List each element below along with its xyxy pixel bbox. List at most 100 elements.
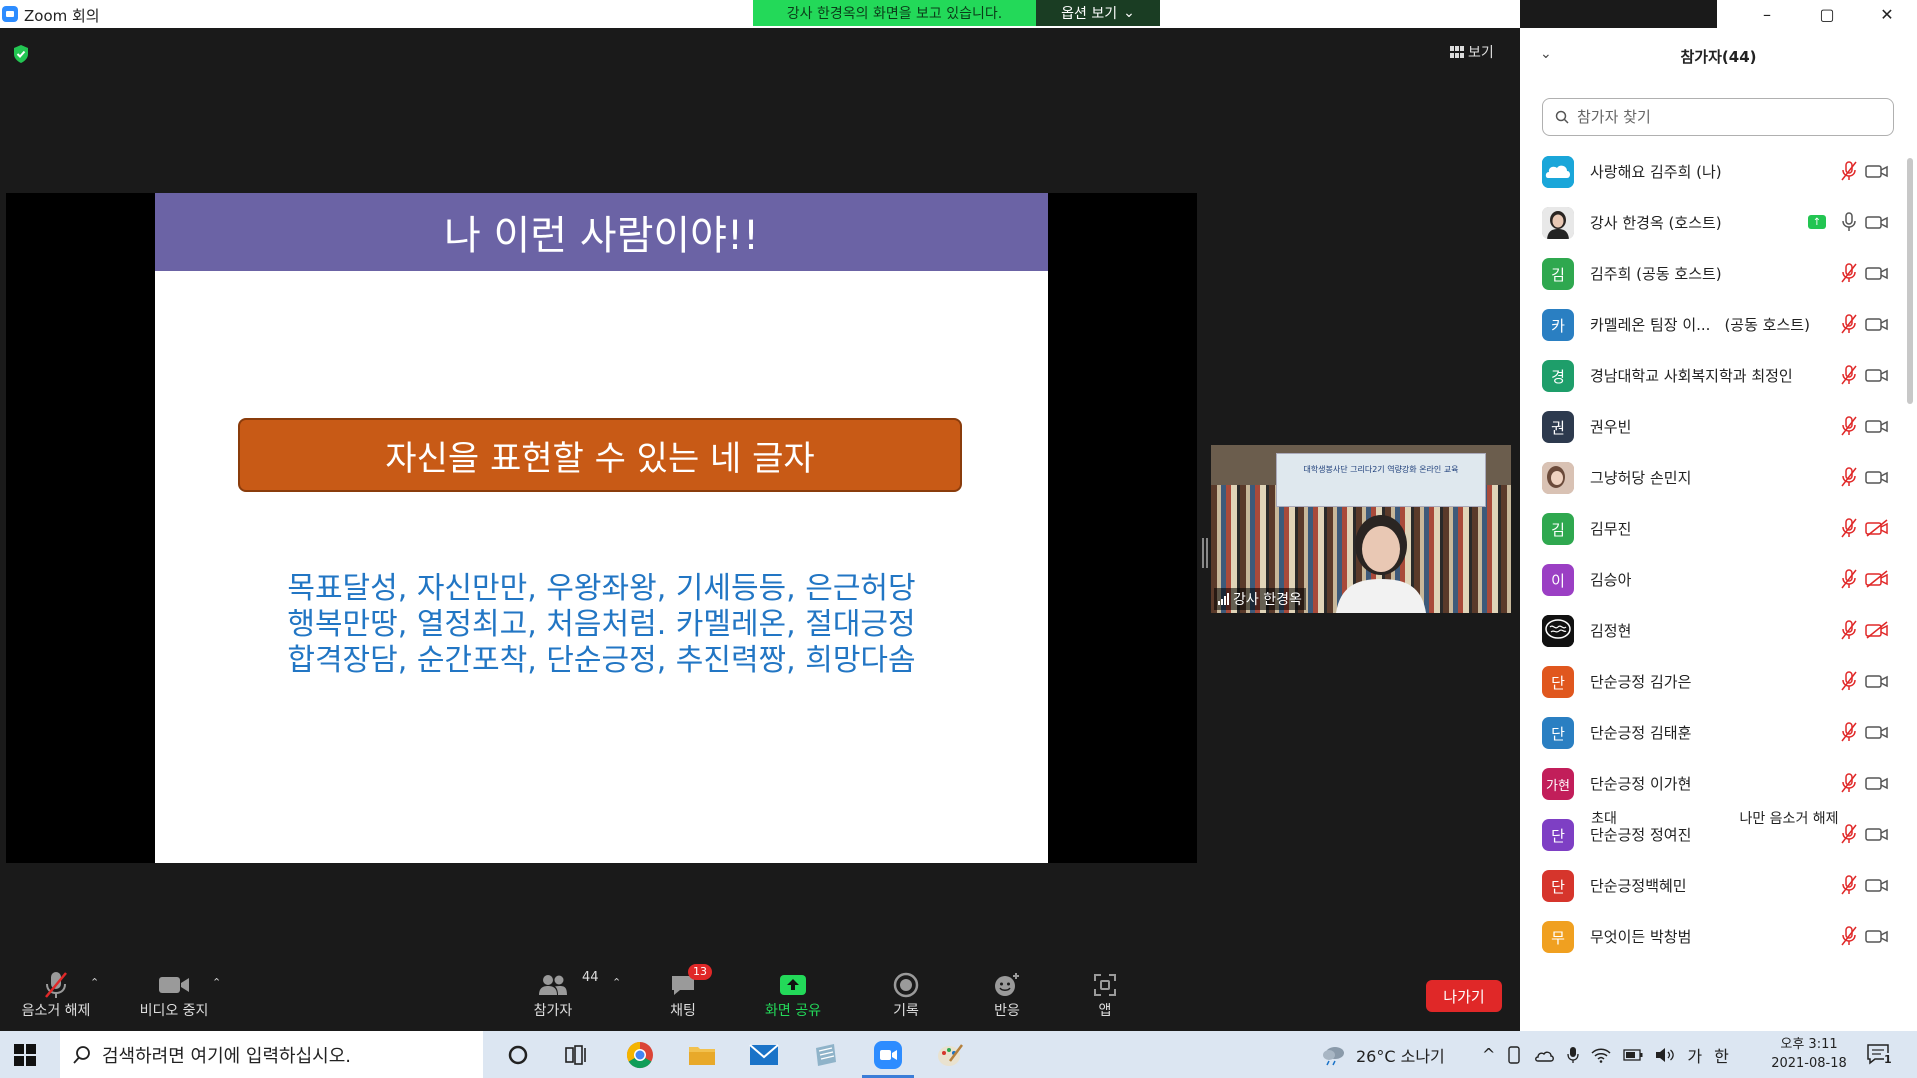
video-camera-icon[interactable] [1865,825,1889,843]
muted-mic-icon[interactable] [1840,517,1858,539]
ime-mode-ga[interactable]: 가 [1687,1043,1702,1067]
video-name-tag: 강사 한경옥 [1214,588,1306,610]
reactions-button[interactable]: 반응 [987,970,1027,1020]
muted-mic-icon[interactable] [1840,772,1858,794]
device-icon[interactable] [1507,1045,1521,1064]
zoom-taskbar-icon[interactable] [862,1039,914,1078]
participants-options-caret[interactable]: ⌃ [612,976,621,989]
muted-mic-icon[interactable] [1840,364,1858,386]
file-explorer-icon[interactable] [686,1039,718,1071]
muted-mic-icon[interactable] [1840,415,1858,437]
apps-icon [1094,974,1116,996]
participant-list-scrollbar[interactable] [1906,146,1914,826]
video-camera-icon[interactable] [1865,468,1889,486]
video-off-icon[interactable] [1865,621,1889,639]
profile-photo-icon [1542,462,1574,494]
record-icon [893,972,919,998]
cortana-icon[interactable] [502,1039,534,1071]
video-camera-icon[interactable] [1865,315,1889,333]
muted-mic-icon[interactable] [1840,670,1858,692]
muted-mic-icon[interactable] [1840,262,1858,284]
muted-mic-icon[interactable] [1840,568,1858,590]
participant-row[interactable]: 카 카멜레온 팀장 이... (공동 호스트) [1520,299,1900,350]
apps-button[interactable]: 앱 [1090,970,1120,1020]
unmute-button[interactable]: 음소거 해제 [14,970,98,1020]
wifi-icon[interactable] [1591,1047,1611,1063]
taskbar-search-box[interactable]: 검색하려면 여기에 입력하십시오. [60,1031,483,1078]
participants-button[interactable]: 44 참가자 [528,970,599,1020]
paint-app-icon[interactable] [934,1039,966,1071]
leave-button[interactable]: 나가기 [1426,980,1502,1012]
mic-icon[interactable] [1840,211,1858,233]
participant-row[interactable]: 단 단순긍정 김태훈 [1520,707,1900,758]
microphone-tray-icon[interactable] [1567,1046,1580,1064]
participant-row[interactable]: 김정현 [1520,605,1900,656]
muted-mic-icon[interactable] [1840,313,1858,335]
video-camera-icon[interactable] [1865,672,1889,690]
invite-button[interactable]: 초대 [1566,802,1642,834]
view-button[interactable]: 보기 [1450,40,1530,64]
unmute-me-button[interactable]: 나만 음소거 해제 [1715,802,1863,834]
share-screen-button[interactable]: 화면 공유 [758,970,828,1020]
participant-search[interactable] [1542,98,1894,136]
chat-button[interactable]: 13 채팅 [663,964,712,1020]
participant-row[interactable]: 그냥허당 손민지 [1520,452,1900,503]
muted-mic-icon[interactable] [1840,160,1858,182]
participant-row[interactable]: 이 김승아 [1520,554,1900,605]
ime-mode-han[interactable]: 한 [1714,1043,1729,1067]
clock-time: 오후 3:11 [1780,1037,1838,1052]
notes-app-icon[interactable] [810,1039,842,1071]
video-camera-icon[interactable] [1865,366,1889,384]
video-camera-icon[interactable] [1865,162,1889,180]
participant-row[interactable]: 권 권우빈 [1520,401,1900,452]
video-camera-icon[interactable] [1865,417,1889,435]
participant-row[interactable]: 무 무엇이든 박창범 [1520,911,1900,962]
video-off-icon[interactable] [1865,519,1889,537]
participant-row[interactable]: 강사 한경옥 (호스트) ↑ [1520,197,1900,248]
video-camera-icon[interactable] [1865,723,1889,741]
audio-options-caret[interactable]: ⌃ [90,976,99,989]
muted-mic-icon[interactable] [1840,925,1858,947]
participant-name-text: 강사 한경옥 (호스트) [1590,214,1722,232]
notification-center-icon[interactable]: 1 [1866,1043,1896,1067]
onedrive-cloud-icon[interactable] [1533,1047,1555,1063]
video-camera-icon[interactable] [1865,876,1889,894]
task-view-icon[interactable] [561,1039,593,1071]
weather-widget[interactable]: 26°C 소나기 [1320,1031,1445,1078]
taskbar-clock[interactable]: 오후 3:11 2021-08-18 [1764,1035,1854,1073]
record-button[interactable]: 기록 [886,970,926,1020]
participant-row[interactable]: 김 김무진 [1520,503,1900,554]
participant-row[interactable]: 경 경남대학교 사회복지학과 최정인 [1520,350,1900,401]
muted-mic-icon[interactable] [1840,721,1858,743]
video-camera-icon[interactable] [1865,213,1889,231]
muted-mic-icon[interactable] [1840,874,1858,896]
stop-video-button[interactable]: 비디오 중지 [132,970,216,1020]
volume-icon[interactable] [1655,1047,1675,1063]
muted-mic-icon[interactable] [1840,466,1858,488]
participant-row[interactable]: 김 김주희 (공동 호스트) [1520,248,1900,299]
muted-mic-icon[interactable] [1840,619,1858,641]
video-off-icon[interactable] [1865,570,1889,588]
participant-row[interactable]: 사랑해요 김주희 (나) [1520,146,1900,197]
tray-expand-icon[interactable]: ^ [1482,1045,1495,1064]
minimize-button[interactable]: – [1737,0,1797,28]
windows-start-icon[interactable] [14,1044,36,1066]
participant-row[interactable]: 단 단순긍정백혜민 [1520,860,1900,911]
splitter-handle[interactable] [1202,538,1208,568]
security-shield-icon[interactable] [12,44,30,64]
video-camera-icon[interactable] [1865,927,1889,945]
video-camera-icon[interactable] [1865,264,1889,282]
close-button[interactable]: ✕ [1857,0,1917,28]
participant-row[interactable]: 단 단순긍정 김가은 [1520,656,1900,707]
participant-search-input[interactable] [1575,107,1879,127]
scroll-thumb[interactable] [1907,158,1913,404]
battery-icon[interactable] [1623,1048,1643,1061]
speaker-video-tile[interactable]: 대학생봉사단 그리다2기 역량강화 온라인 교육 강사 한경옥 [1211,445,1511,613]
participant-name: 단순긍정백혜민 [1590,875,1687,896]
maximize-button[interactable]: ▢ [1797,0,1857,28]
video-camera-icon[interactable] [1865,774,1889,792]
view-options-button[interactable]: 옵션 보기 ⌄ [1036,0,1160,26]
video-options-caret[interactable]: ⌃ [212,976,221,989]
mail-icon[interactable] [748,1039,780,1071]
chrome-icon[interactable] [624,1039,656,1071]
